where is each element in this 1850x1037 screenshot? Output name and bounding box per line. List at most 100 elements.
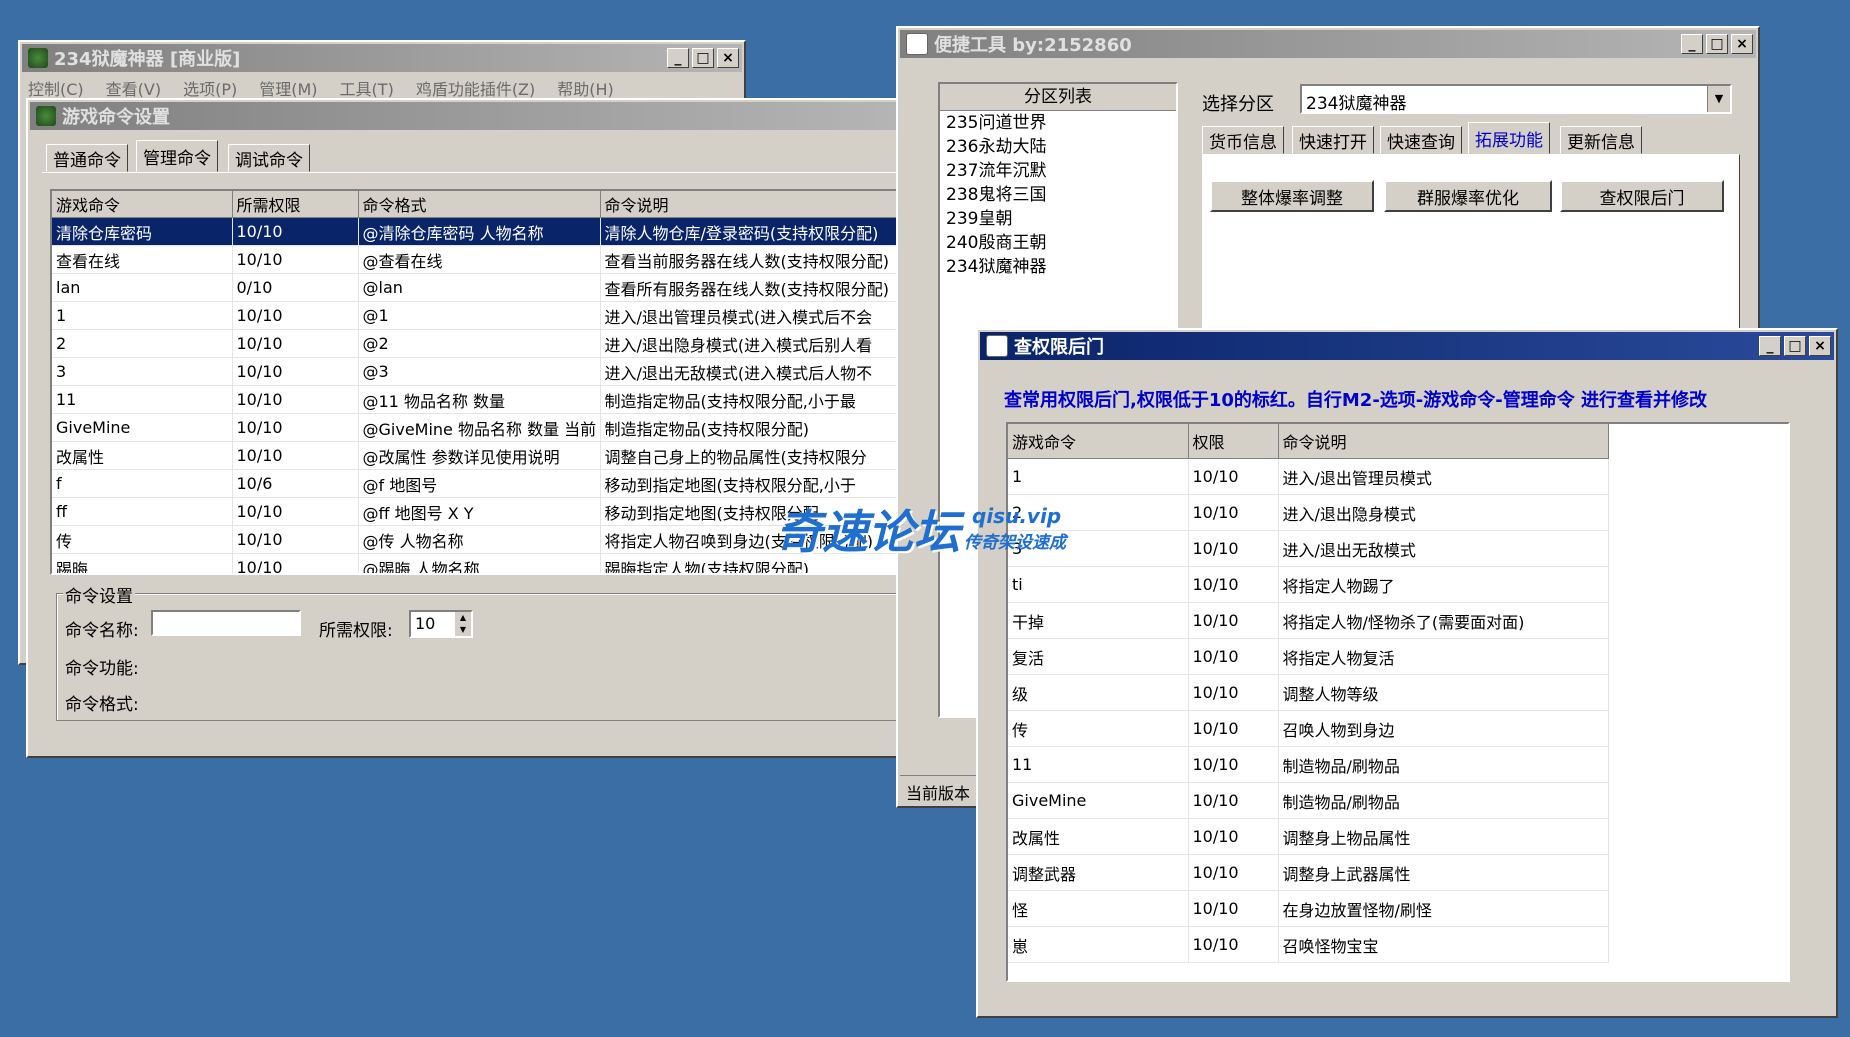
tab-normal-commands[interactable]: 普通命令 [46, 144, 128, 172]
tab-debug-commands[interactable]: 调试命令 [228, 144, 310, 172]
table-row[interactable]: 怪 10/10 在身边放置怪物/刷怪 [1008, 890, 1609, 927]
table-row[interactable]: 1 10/10 进入/退出管理员模式 [1008, 458, 1609, 495]
main-title-bar[interactable]: 234狱魔神器 [商业版] _ □ × [22, 44, 742, 72]
list-item[interactable]: 236永劫大陆 [940, 135, 1176, 159]
cell-format: @GiveMine 物品名称 数量 当前 [358, 413, 601, 442]
menu-manage[interactable]: 管理(M) [259, 76, 317, 99]
close-button[interactable]: × [717, 48, 739, 68]
table-row[interactable]: 2 10/10 进入/退出隐身模式 [1008, 494, 1609, 531]
table-row[interactable]: 2 10/10 @2 进入/退出隐身模式(进入模式后别人看 [52, 329, 908, 358]
spinner-down-icon[interactable]: ▼ [455, 624, 471, 636]
tab-update-info[interactable]: 更新信息 [1560, 126, 1642, 154]
minimize-button[interactable]: _ [667, 48, 689, 68]
col-header-format[interactable]: 命令格式 [358, 191, 601, 218]
perm-col-header-permission[interactable]: 权限 [1188, 424, 1279, 459]
required-permission-spinner[interactable]: 10 ▲ ▼ [409, 610, 473, 638]
cell-description: 进入/退出管理员模式(进入模式后不会 [600, 301, 908, 330]
table-row[interactable]: 清除仓库密码 10/10 @清除仓库密码 人物名称 清除人物仓库/登录密码(支持权限分… [52, 217, 908, 246]
partition-list-header[interactable]: 分区列表 [940, 84, 1176, 111]
main-window-title: 234狱魔神器 [商业版] [54, 49, 241, 70]
cell-permission: 10/10 [232, 525, 359, 554]
list-item[interactable]: 237流年沉默 [940, 159, 1176, 183]
tab-admin-commands[interactable]: 管理命令 [136, 140, 218, 172]
tool-minimize-button[interactable]: _ [1681, 34, 1703, 54]
col-header-permission[interactable]: 所需权限 [232, 191, 359, 218]
menu-help[interactable]: 帮助(H) [557, 76, 614, 99]
table-row[interactable]: 11 10/10 制造物品/刷物品 [1008, 746, 1609, 783]
table-row[interactable]: 1 10/10 @1 进入/退出管理员模式(进入模式后不会 [52, 301, 908, 330]
table-row[interactable]: 级 10/10 调整人物等级 [1008, 674, 1609, 711]
permission-grid: 游戏命令 权限 命令说明 1 10/10 进入/退出管理员模式 2 10/10 进入/退出… [1008, 424, 1609, 963]
table-row[interactable]: GiveMine 10/10 @GiveMine 物品名称 数量 当前 制造指定物品(… [52, 413, 908, 442]
cell-description: 进入/退出管理员模式 [1278, 458, 1609, 495]
tab-quick-query[interactable]: 快速查询 [1380, 126, 1462, 154]
table-row[interactable]: lan 0/10 @lan 查看所有服务器在线人数(支持权限分配) [52, 273, 908, 302]
chevron-down-icon[interactable]: ▼ [1707, 86, 1730, 112]
col-header-description[interactable]: 命令说明 [600, 191, 908, 218]
permission-maximize-button[interactable]: □ [1784, 336, 1806, 356]
table-row[interactable]: 11 10/10 @11 物品名称 数量 制造指定物品(支持权限分配,小于最 [52, 385, 908, 414]
tool-maximize-button[interactable]: □ [1706, 34, 1728, 54]
cell-format: @3 [358, 357, 601, 386]
table-row[interactable]: 调整武器 10/10 调整身上武器属性 [1008, 854, 1609, 891]
table-row[interactable]: 崽 10/10 召唤怪物宝宝 [1008, 926, 1609, 963]
cell-permission: 10/10 [232, 553, 359, 573]
cell-permission: 10/10 [232, 441, 359, 470]
cell-description: 制造物品/刷物品 [1278, 782, 1609, 819]
tool-title-bar[interactable]: 便捷工具 by:2152860 _ □ × [900, 30, 1756, 58]
maximize-button[interactable]: □ [692, 48, 714, 68]
table-row[interactable]: 3 10/10 进入/退出无敌模式 [1008, 530, 1609, 567]
list-item[interactable]: 235问道世界 [940, 111, 1176, 135]
list-item[interactable]: 240殷商王朝 [940, 231, 1176, 255]
spinner-up-icon[interactable]: ▲ [455, 612, 471, 624]
menu-view[interactable]: 查看(V) [106, 76, 161, 99]
command-settings-group: 命令设置 命令名称: 所需权限: 10 ▲ ▼ 命令功能: 命令格式: [56, 582, 912, 721]
permission-minimize-button[interactable]: _ [1759, 336, 1781, 356]
command-name-input[interactable] [151, 610, 301, 636]
cell-format: @1 [358, 301, 601, 330]
table-row[interactable]: GiveMine 10/10 制造物品/刷物品 [1008, 782, 1609, 819]
table-row[interactable]: 改属性 10/10 调整身上物品属性 [1008, 818, 1609, 855]
permission-title-bar[interactable]: 查权限后门 _ □ × [980, 332, 1834, 360]
overall-drop-rate-button[interactable]: 整体爆率调整 [1210, 180, 1374, 212]
permission-table: 游戏命令 权限 命令说明 1 10/10 进入/退出管理员模式 2 10/10 进入/退出… [1006, 422, 1790, 982]
tool-close-button[interactable]: × [1731, 34, 1753, 54]
perm-col-header-command[interactable]: 游戏命令 [1008, 424, 1189, 459]
menu-control[interactable]: 控制(C) [28, 76, 84, 99]
menu-options[interactable]: 选项(P) [183, 76, 237, 99]
cell-description: 移动到指定地图(支持权限分配,小于 [600, 469, 908, 498]
tab-extended-functions[interactable]: 拓展功能 [1468, 122, 1550, 154]
table-row[interactable]: 查看在线 10/10 @查看在线 查看当前服务器在线人数(支持权限分配) [52, 245, 908, 274]
menu-tools[interactable]: 工具(T) [340, 76, 394, 99]
table-row[interactable]: f 10/6 @f 地图号 移动到指定地图(支持权限分配,小于 [52, 469, 908, 498]
check-backdoor-button[interactable]: 查权限后门 [1560, 180, 1724, 212]
cell-permission: 10/10 [1188, 710, 1279, 747]
tab-currency-info[interactable]: 货币信息 [1202, 126, 1284, 154]
cell-permission: 10/10 [1188, 926, 1279, 963]
cell-command: 怪 [1008, 890, 1189, 927]
partition-select[interactable]: 234狱魔神器 ▼ [1300, 84, 1732, 114]
group-drop-rate-button[interactable]: 群服爆率优化 [1384, 180, 1552, 212]
table-row[interactable]: 传 10/10 召唤人物到身边 [1008, 710, 1609, 747]
perm-col-header-description[interactable]: 命令说明 [1278, 424, 1609, 459]
permission-rows: 1 10/10 进入/退出管理员模式 2 10/10 进入/退出隐身模式 3 10/10 进入/… [1008, 458, 1609, 963]
cell-description: 召唤怪物宝宝 [1278, 926, 1609, 963]
tab-quick-open[interactable]: 快速打开 [1292, 126, 1374, 154]
table-row[interactable]: 干掉 10/10 将指定人物/怪物杀了(需要面对面) [1008, 602, 1609, 639]
list-item[interactable]: 234狱魔神器 [940, 255, 1176, 279]
permission-close-button[interactable]: × [1809, 336, 1831, 356]
cell-permission: 10/6 [232, 469, 359, 498]
cell-description: 调整人物等级 [1278, 674, 1609, 711]
command-settings-title-bar[interactable]: 游戏命令设置 [30, 102, 902, 130]
col-header-command[interactable]: 游戏命令 [52, 191, 233, 218]
list-item[interactable]: 238鬼将三国 [940, 183, 1176, 207]
table-row[interactable]: 改属性 10/10 @改属性 参数详见使用说明 调整自己身上的物品属性(支持权限分 [52, 441, 908, 470]
table-row[interactable]: 3 10/10 @3 进入/退出无敌模式(进入模式后人物不 [52, 357, 908, 386]
cell-command: 踢晦 [52, 553, 233, 573]
list-item[interactable]: 239皇朝 [940, 207, 1176, 231]
cell-permission: 10/10 [1188, 818, 1279, 855]
table-row[interactable]: 复活 10/10 将指定人物复活 [1008, 638, 1609, 675]
cell-command: 干掉 [1008, 602, 1189, 639]
table-row[interactable]: ti 10/10 将指定人物踢了 [1008, 566, 1609, 603]
menu-plugin[interactable]: 鸡盾功能插件(Z) [416, 76, 535, 99]
